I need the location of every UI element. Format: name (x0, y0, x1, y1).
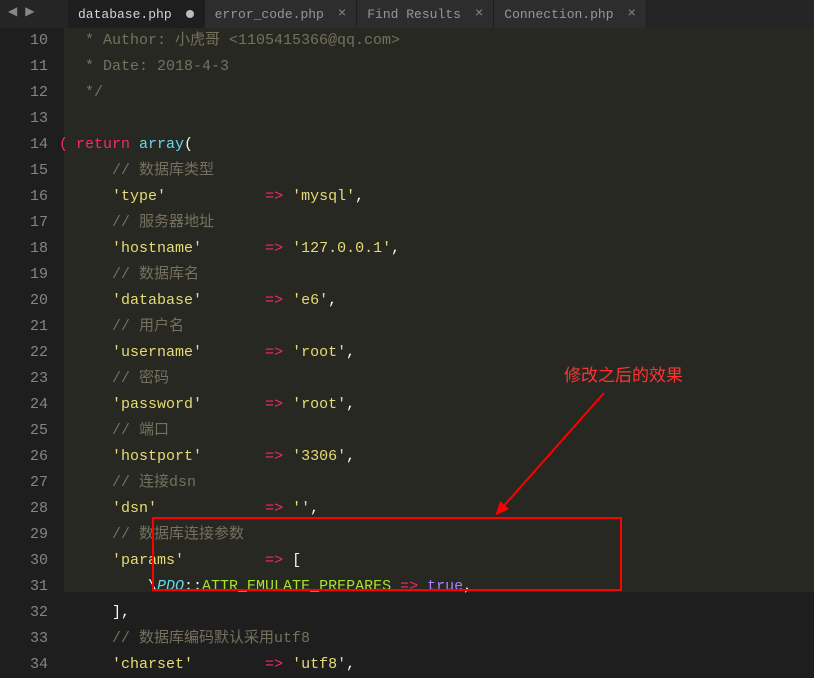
code-line: // 数据库名 (64, 262, 814, 288)
tab-error_code-php[interactable]: error_code.php × (205, 0, 358, 28)
close-icon[interactable]: × (338, 7, 346, 21)
line-number: 33 (0, 626, 48, 652)
close-icon[interactable]: × (628, 7, 636, 21)
code-line: 'charset' => 'utf8', (64, 652, 814, 678)
code-line: // 数据库编码默认采用utf8 (64, 626, 814, 652)
line-number: 28 (0, 496, 48, 522)
dirty-indicator-icon (186, 10, 194, 18)
line-number: 25 (0, 418, 48, 444)
line-number: 31 (0, 574, 48, 600)
line-number: 15 (0, 158, 48, 184)
code-line: 'username' => 'root', (64, 340, 814, 366)
code-line: * Date: 2018-4-3 (64, 54, 814, 80)
line-number: 21 (0, 314, 48, 340)
line-number: 27 (0, 470, 48, 496)
tab-label: Find Results (367, 7, 461, 22)
tab-bar: database.php error_code.php × Find Results ×… (0, 0, 814, 28)
code-line: \PDO::ATTR_EMULATE_PREPARES => true, (64, 574, 814, 600)
line-number: 29 (0, 522, 48, 548)
editor-area: ( 10111213141516171819202122232425262728… (0, 28, 814, 592)
line-number: 11 (0, 54, 48, 80)
line-number: 19 (0, 262, 48, 288)
tab-label: database.php (78, 7, 172, 22)
code-line: 'params' => [ (64, 548, 814, 574)
tab-database-php[interactable]: database.php (68, 0, 205, 28)
code-line: // 数据库类型 (64, 158, 814, 184)
line-number: 14 (0, 132, 48, 158)
line-number: 17 (0, 210, 48, 236)
line-number: 20 (0, 288, 48, 314)
code-line: 'password' => 'root', (64, 392, 814, 418)
line-number: 32 (0, 600, 48, 626)
code-line: // 数据库连接参数 (64, 522, 814, 548)
code-line: // 用户名 (64, 314, 814, 340)
code-line: // 密码 (64, 366, 814, 392)
line-number: 23 (0, 366, 48, 392)
code-view[interactable]: 修改之后的效果 * Author: 小虎哥 <1105415366@qq.com… (64, 28, 814, 592)
tab-label: error_code.php (215, 7, 324, 22)
code-line: 'dsn' => '', (64, 496, 814, 522)
gutter-paren-marker: ( (59, 136, 68, 153)
nav-forward-icon[interactable]: ▶ (25, 4, 34, 19)
code-line: */ (64, 80, 814, 106)
nav-arrows: ◀ ▶ (8, 4, 34, 19)
line-number: 10 (0, 28, 48, 54)
line-number: 13 (0, 106, 48, 132)
tab-Find-Results[interactable]: Find Results × (357, 0, 494, 28)
line-number: 34 (0, 652, 48, 678)
code-line: 'hostport' => '3306', (64, 444, 814, 470)
line-number: 22 (0, 340, 48, 366)
code-line: 'type' => 'mysql', (64, 184, 814, 210)
code-line (64, 106, 814, 132)
line-number: 26 (0, 444, 48, 470)
line-number: 16 (0, 184, 48, 210)
code-line: return array( (64, 132, 814, 158)
code-line: 'database' => 'e6', (64, 288, 814, 314)
tab-Connection-php[interactable]: Connection.php × (494, 0, 647, 28)
code-line: // 连接dsn (64, 470, 814, 496)
line-number-gutter: 1011121314151617181920212223242526272829… (0, 28, 64, 592)
tab-label: Connection.php (504, 7, 613, 22)
close-icon[interactable]: × (475, 7, 483, 21)
code-line: // 端口 (64, 418, 814, 444)
line-number: 18 (0, 236, 48, 262)
line-number: 30 (0, 548, 48, 574)
code-line: 'hostname' => '127.0.0.1', (64, 236, 814, 262)
nav-back-icon[interactable]: ◀ (8, 4, 17, 19)
line-number: 24 (0, 392, 48, 418)
code-line: // 服务器地址 (64, 210, 814, 236)
code-line: * Author: 小虎哥 <1105415366@qq.com> (64, 28, 814, 54)
line-number: 12 (0, 80, 48, 106)
code-line: ], (64, 600, 814, 626)
